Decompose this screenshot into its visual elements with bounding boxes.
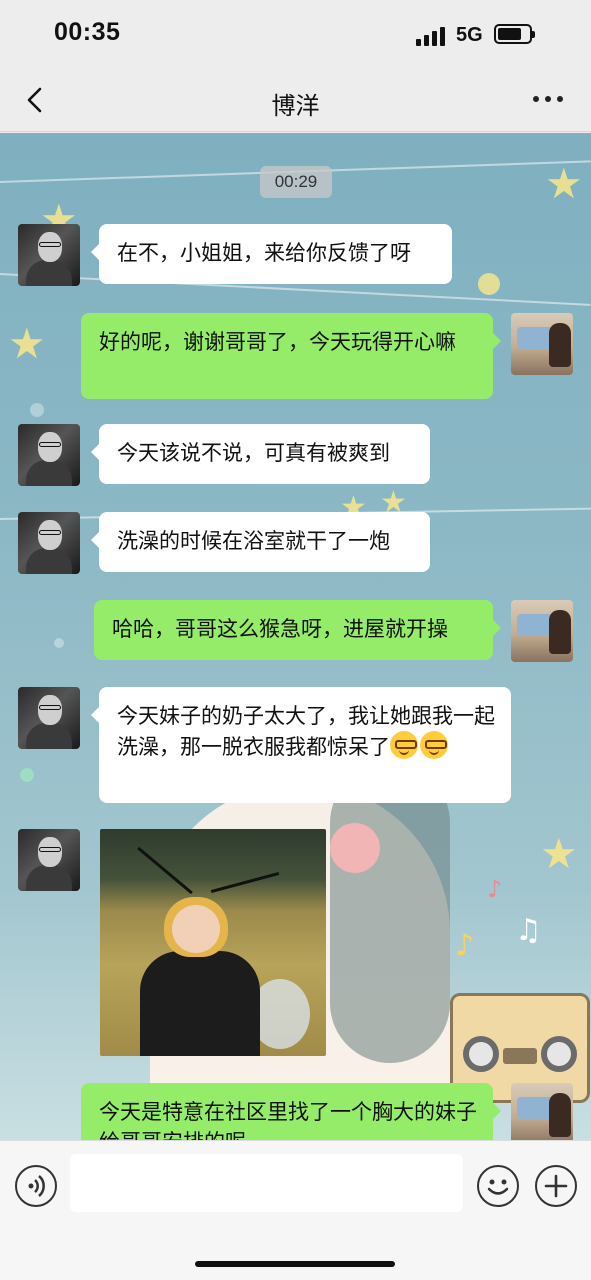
ellipsis-icon[interactable]	[533, 96, 563, 102]
outgoing-message[interactable]: 哈哈，哥哥这么猴急呀，进屋就开操	[94, 600, 501, 660]
background-decoration	[54, 638, 64, 648]
message-text: 洗澡的时候在浴室就干了一炮	[117, 529, 390, 553]
background-decoration	[478, 273, 500, 295]
image-message[interactable]	[100, 829, 326, 1056]
message-text: 哈哈，哥哥这么猴急呀，进屋就开操	[112, 617, 448, 641]
voice-icon[interactable]	[15, 1165, 57, 1207]
background-illustration	[330, 823, 380, 873]
contact-avatar[interactable]	[18, 687, 80, 749]
music-note-icon: ♫	[515, 913, 542, 948]
incoming-message[interactable]: 今天该说不说，可真有被爽到	[91, 424, 430, 484]
background-illustration	[330, 763, 450, 1063]
status-time: 00:35	[54, 18, 121, 46]
incoming-message[interactable]: 洗澡的时候在浴室就干了一炮	[91, 512, 430, 572]
battery-icon	[494, 24, 535, 44]
message-text: 在不，小姐姐，来给你反馈了呀	[117, 241, 411, 265]
my-avatar[interactable]	[511, 313, 573, 375]
contact-avatar[interactable]	[18, 512, 80, 574]
nerd-face-emoji	[390, 731, 418, 759]
network-type: 5G	[456, 24, 483, 46]
message-text: 今天该说不说，可真有被爽到	[117, 441, 390, 465]
background-decoration	[30, 403, 44, 417]
star-icon: ★	[540, 829, 578, 878]
message-text: 今天是特意在社区里找了一个胸大的妹子给哥哥安排的呢	[99, 1100, 477, 1140]
star-icon: ★	[8, 319, 46, 368]
outgoing-message[interactable]: 今天是特意在社区里找了一个胸大的妹子给哥哥安排的呢	[81, 1083, 501, 1140]
my-avatar[interactable]	[511, 1083, 573, 1140]
nerd-face-emoji	[420, 731, 448, 759]
outgoing-message[interactable]: 好的呢，谢谢哥哥了，今天玩得开心嘛	[81, 313, 501, 399]
message-timestamp: 00:29	[260, 166, 332, 198]
home-indicator	[195, 1261, 395, 1267]
contact-avatar[interactable]	[18, 424, 80, 486]
music-note-icon: ♪	[487, 875, 503, 903]
chat-header: 博洋	[0, 70, 591, 132]
chat-area[interactable]: ★ ★ ★ ★ ★ ★ ♪ ♫ ♪ 00:29 在不，小姐姐，来给你反馈了呀 好…	[0, 133, 591, 1140]
signal-icon	[416, 24, 446, 46]
message-text: 好的呢，谢谢哥哥了，今天玩得开心嘛	[99, 330, 456, 354]
chat-title: 博洋	[271, 92, 320, 120]
incoming-message[interactable]: 在不，小姐姐，来给你反馈了呀	[91, 224, 452, 284]
message-input[interactable]	[70, 1154, 463, 1212]
incoming-message[interactable]: 今天妹子的奶子太大了，我让她跟我一起洗澡，那一脱衣服我都惊呆了	[91, 687, 511, 803]
my-avatar[interactable]	[511, 600, 573, 662]
smiley-icon[interactable]	[477, 1165, 519, 1207]
contact-avatar[interactable]	[18, 829, 80, 891]
star-icon: ★	[545, 159, 583, 208]
contact-avatar[interactable]	[18, 224, 80, 286]
background-decoration	[20, 768, 34, 782]
music-note-icon: ♪	[455, 928, 475, 963]
plus-icon[interactable]	[535, 1165, 577, 1207]
input-bar	[0, 1140, 591, 1280]
status-bar: 00:35 5G	[0, 0, 591, 70]
